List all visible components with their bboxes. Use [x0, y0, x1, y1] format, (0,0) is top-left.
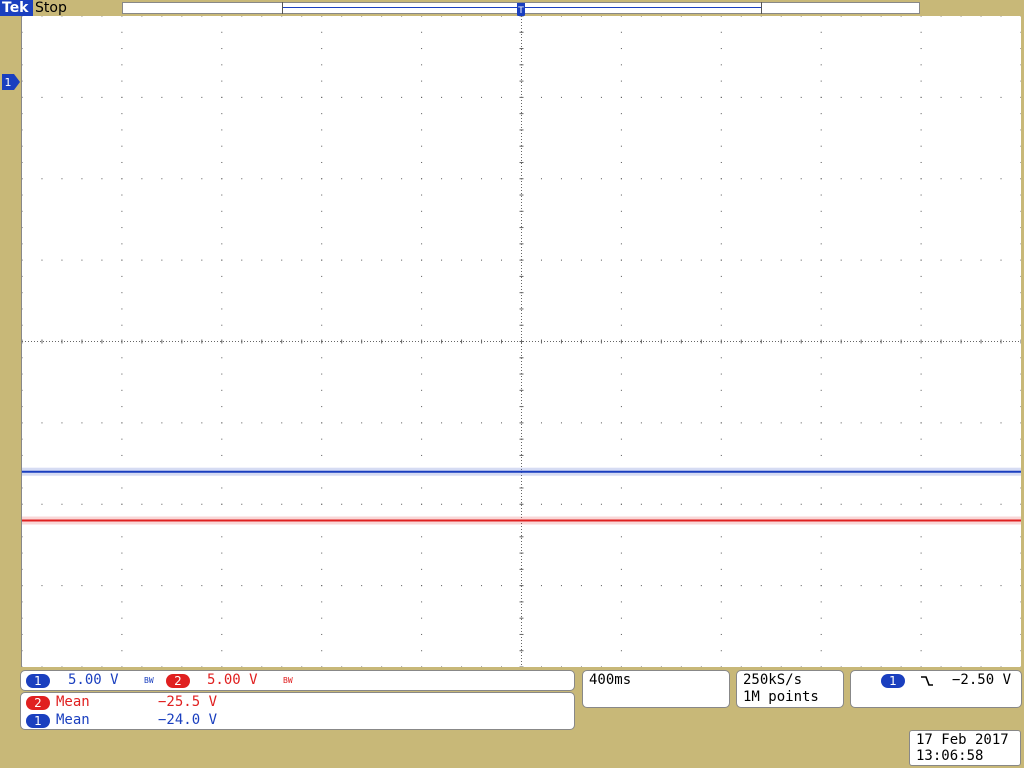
brand-logo: Tek: [0, 0, 33, 16]
measurement-1-value: −25.5 V: [158, 694, 218, 710]
timebase-value: 400ms: [589, 672, 632, 688]
datetime-readout: 17 Feb 2017 13:06:58: [909, 730, 1021, 766]
channel-2-bandwidth-icon: BW: [283, 676, 293, 685]
record-length: 1M points: [743, 689, 819, 705]
date-value: 17 Feb 2017: [916, 732, 1009, 748]
trigger-position-label: T: [517, 6, 524, 16]
falling-edge-icon: [921, 676, 933, 686]
channel-2-badge: 2: [166, 674, 190, 688]
measurement-readout[interactable]: 2 Mean −25.5 V 1 Mean −24.0 V: [20, 692, 575, 730]
measurement-2-label: Mean: [56, 712, 90, 728]
acquisition-readout[interactable]: 250kS/s 1M points: [736, 670, 844, 708]
timebase-readout[interactable]: 400ms: [582, 670, 730, 708]
channel-1-scale: 5.00 V: [68, 672, 119, 688]
measurement-2-value: −24.0 V: [158, 712, 218, 728]
channel-2-scale: 5.00 V: [207, 672, 258, 688]
trigger-readout[interactable]: 1 −2.50 V: [850, 670, 1022, 708]
channel-1-marker-label: 1: [5, 76, 12, 89]
channel-1-bandwidth-icon: BW: [144, 676, 154, 685]
run-status: Stop: [35, 0, 67, 16]
trigger-source-badge: 1: [881, 674, 905, 688]
waveform-display[interactable]: [21, 16, 1021, 667]
measurement-2-badge: 1: [26, 714, 50, 728]
channel-scale-readout[interactable]: 1 5.00 V BW 2 5.00 V BW: [20, 670, 575, 691]
channel-1-marker-icon[interactable]: 1: [2, 74, 20, 90]
waveform-plot: [22, 16, 1021, 667]
sample-rate: 250kS/s: [743, 672, 803, 688]
trigger-level: −2.50 V: [952, 672, 1012, 688]
measurement-1-badge: 2: [26, 696, 50, 710]
channel-1-badge: 1: [26, 674, 50, 688]
status-bar: Tek Stop T: [0, 0, 1024, 21]
measurement-1-label: Mean: [56, 694, 90, 710]
time-value: 13:06:58: [916, 748, 984, 764]
